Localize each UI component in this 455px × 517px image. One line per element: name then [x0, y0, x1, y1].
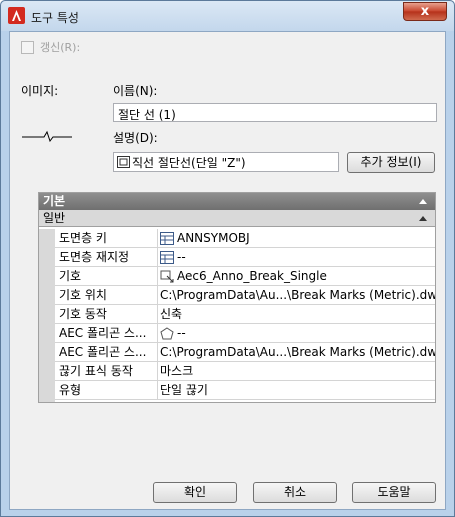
property-name: 끊기 표식 동작: [55, 362, 158, 380]
category-general[interactable]: 일반: [39, 210, 435, 227]
property-row[interactable]: 기호 Aec6_Anno_Break_Single: [55, 267, 435, 286]
description-input[interactable]: 직선 절단선(단일 "Z"): [113, 152, 339, 172]
ok-button[interactable]: 확인: [153, 482, 237, 503]
property-row[interactable]: AEC 폴리곤 스... --: [55, 324, 435, 343]
update-label: 갱신(R):: [40, 41, 81, 54]
property-name: 기호 동작: [55, 305, 158, 323]
category-general-label: 일반: [43, 211, 66, 225]
property-value[interactable]: C:\ProgramData\Au...\Break Marks (Metric…: [158, 286, 435, 304]
property-name: AEC 폴리곤 스...: [55, 343, 158, 361]
property-name: 유형: [55, 381, 158, 399]
polygon-icon: [160, 326, 174, 339]
property-value[interactable]: --: [158, 248, 435, 266]
cancel-button[interactable]: 취소: [253, 482, 337, 503]
dialog-body: 갱신(R): 이미지: 이름(N): 절단 선 (1) 설명(D): 직선 절단…: [9, 31, 446, 510]
update-checkbox-row[interactable]: 갱신(R):: [21, 39, 80, 55]
more-info-button[interactable]: 추가 정보(I): [347, 152, 435, 173]
property-value[interactable]: 신축: [158, 305, 435, 323]
property-value-text: C:\ProgramData\Au...\Break Marks (Metric…: [160, 288, 435, 302]
property-value[interactable]: 마스크: [158, 362, 435, 380]
property-name: AEC 폴리곤 스...: [55, 324, 158, 342]
autocad-app-icon: [8, 7, 25, 24]
property-value-text: 단일 끊기: [160, 383, 208, 397]
property-value[interactable]: ANNSYMOBJ: [158, 229, 435, 247]
property-value-text: --: [177, 326, 186, 340]
table-icon: [160, 250, 174, 264]
grid-gutter: [39, 229, 55, 402]
property-row[interactable]: 도면층 키 ANNSYMOBJ: [55, 229, 435, 248]
description-label: 설명(D):: [113, 131, 158, 145]
property-row[interactable]: 기호 동작 신축: [55, 305, 435, 324]
property-value-text: 마스크: [160, 364, 194, 378]
update-checkbox[interactable]: [21, 40, 34, 54]
break-line-preview-icon: [22, 130, 72, 142]
property-row[interactable]: 유형 단일 끊기: [55, 381, 435, 400]
collapse-arrow-icon[interactable]: [419, 216, 427, 221]
property-grid: 기본 일반 도면층 키 ANNSYMOBJ 도면층 재지정 -- 기호 Aec6_Anno…: [38, 192, 436, 403]
property-value[interactable]: 단일 끊기: [158, 381, 435, 399]
property-name: 도면층 재지정: [55, 248, 158, 266]
property-value-text: 신축: [160, 307, 183, 321]
property-value-text: C:\ProgramData\Au...\Break Marks (Metric…: [160, 345, 435, 359]
property-value[interactable]: --: [158, 324, 435, 342]
title-bar[interactable]: 도구 특성 x: [1, 1, 454, 31]
property-value-text: ANNSYMOBJ: [177, 231, 250, 245]
name-input[interactable]: 절단 선 (1): [113, 103, 437, 122]
symbol-icon: [160, 270, 174, 282]
property-name: 기호: [55, 267, 158, 285]
category-basic-label: 기본: [43, 194, 66, 208]
property-name: 도면층 키: [55, 229, 158, 247]
property-row[interactable]: 도면층 재지정 --: [55, 248, 435, 267]
close-button[interactable]: x: [403, 2, 447, 21]
property-value[interactable]: Aec6_Anno_Break_Single: [158, 267, 435, 285]
property-value-text: Aec6_Anno_Break_Single: [177, 269, 327, 283]
window-title: 도구 특성: [31, 11, 79, 25]
property-row[interactable]: 끊기 표식 동작 마스크: [55, 362, 435, 381]
property-value[interactable]: C:\ProgramData\Au...\Break Marks (Metric…: [158, 343, 435, 361]
property-row[interactable]: AEC 폴리곤 스... C:\ProgramData\Au...\Break M…: [55, 343, 435, 362]
property-name: 기호 위치: [55, 286, 158, 304]
property-value-text: --: [177, 250, 186, 264]
property-row[interactable]: 기호 위치 C:\ProgramData\Au...\Break Marks (M…: [55, 286, 435, 305]
collapse-arrow-icon[interactable]: [419, 199, 427, 204]
dialog-window: 도구 특성 x 갱신(R): 이미지: 이름(N): 절단 선 (1) 설명(D…: [0, 0, 455, 517]
text-icon: [117, 156, 130, 168]
name-label: 이름(N):: [113, 84, 158, 98]
category-basic[interactable]: 기본: [39, 193, 435, 210]
image-label: 이미지:: [21, 84, 59, 98]
help-button[interactable]: 도움말: [352, 482, 436, 503]
description-value: 직선 절단선(단일 "Z"): [132, 155, 246, 170]
table-icon: [160, 231, 174, 245]
